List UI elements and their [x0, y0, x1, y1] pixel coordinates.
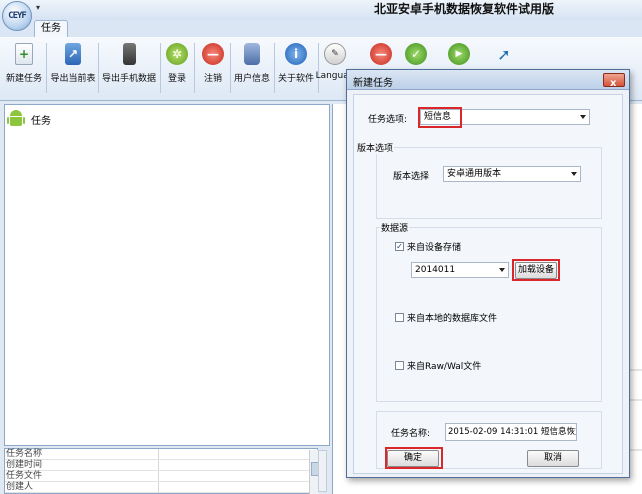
close-icon: x [610, 78, 617, 89]
data-source-group-label: 数据源 [380, 221, 410, 234]
share-icon: ➚ [497, 44, 511, 64]
logout-icon: — [202, 43, 224, 65]
ribbon-separator [318, 43, 319, 93]
export-table-label: 导出当前表 [50, 74, 96, 84]
app-logo[interactable]: CEYF [2, 1, 32, 31]
export-table-icon: ↗ [65, 43, 81, 65]
dialog-body: 任务选项: 短信息 版本选择 安卓通用版本 版本选项 ✓ 来自设备存储 2014… [353, 94, 623, 474]
ribbon-separator [230, 43, 231, 93]
ribbon-separator [46, 43, 47, 93]
task-name-input[interactable]: 2015-02-09 14:31:01 短信息恢复 [445, 423, 577, 441]
highlight-box [418, 107, 462, 128]
ribbon-tab-row [0, 20, 642, 37]
export-phone-data-button[interactable]: 导出手机数据 [101, 41, 157, 93]
task-tree-panel: 任务 [4, 104, 330, 446]
device-select[interactable]: 2014011 [411, 262, 509, 278]
info-icon: i [285, 43, 307, 65]
task-name-group: 任务名称: 2015-02-09 14:31:01 短信息恢复 确定 取消 [376, 411, 602, 469]
export-table-button[interactable]: ↗ 导出当前表 [49, 41, 97, 93]
language-icon: ✎ [324, 43, 346, 65]
logout-label: 注销 [203, 74, 222, 84]
chevron-down-icon [580, 115, 586, 119]
play-icon: ▶ [448, 43, 470, 65]
ribbon-separator [160, 43, 161, 93]
left-panel-scrollbar[interactable] [318, 450, 327, 492]
cancel-label: 取消 [543, 453, 562, 463]
property-key: 创建时间 [5, 460, 159, 470]
ribbon-separator [98, 43, 99, 93]
database-user-icon [244, 43, 260, 65]
dialog-title-bar[interactable]: 新建任务 x [347, 70, 629, 90]
cancel-button[interactable]: 取消 [527, 450, 579, 467]
check-icon: ✓ [405, 43, 427, 65]
login-button[interactable]: ✲ 登录 [164, 41, 190, 93]
highlight-box [512, 259, 560, 281]
property-row[interactable]: 任务文件 [5, 471, 317, 482]
phone-icon [122, 43, 136, 65]
device-value: 2014011 [415, 265, 456, 275]
android-icon [7, 109, 25, 129]
property-grid: 任务名称 创建时间 任务文件 创建人 [4, 448, 319, 494]
login-label: 登录 [167, 74, 186, 84]
ribbon-separator [274, 43, 275, 93]
user-info-label: 用户信息 [233, 74, 270, 84]
from-raw-checkbox[interactable]: 来自Raw/Wal文件 [395, 359, 481, 372]
new-task-dialog: 新建任务 x 任务选项: 短信息 版本选择 安卓通用版本 版本选项 ✓ 来自设备… [346, 69, 630, 478]
checkbox-checked-icon: ✓ [395, 242, 404, 251]
from-raw-label: 来自Raw/Wal文件 [407, 362, 482, 372]
version-group: 版本选择 安卓通用版本 [376, 147, 602, 219]
from-local-db-checkbox[interactable]: 来自本地的数据库文件 [395, 311, 497, 324]
property-key: 任务文件 [5, 471, 159, 481]
new-task-button[interactable]: + 新建任务 [4, 41, 44, 93]
ribbon-separator [194, 43, 195, 93]
export-phone-data-label: 导出手机数据 [101, 74, 156, 84]
from-local-db-label: 来自本地的数据库文件 [407, 314, 498, 324]
chevron-down-icon [571, 172, 577, 176]
property-row[interactable]: 创建时间 [5, 460, 317, 471]
version-field-label: 版本选择 [393, 172, 430, 182]
property-row[interactable]: 任务名称 [5, 449, 317, 460]
property-key: 任务名称 [5, 449, 159, 459]
logout-button[interactable]: — 注销 [199, 41, 227, 93]
about-label: 关于软件 [277, 74, 314, 84]
tree-item-task[interactable]: 任务 [7, 109, 51, 129]
app-logo-text: CEYF [8, 11, 27, 21]
data-source-group: ✓ 来自设备存储 2014011 加载设备 来自本地的数据库文件 来自Raw/W… [376, 227, 602, 402]
close-button[interactable]: x [603, 73, 625, 89]
background-decoration [630, 369, 642, 451]
task-name-value: 2015-02-09 14:31:01 短信息恢复 [448, 427, 577, 437]
stop-icon: — [370, 43, 392, 65]
tree-item-label: 任务 [31, 115, 51, 127]
new-task-label: 新建任务 [5, 74, 42, 84]
login-icon: ✲ [166, 43, 188, 65]
app-title: 北亚安卓手机数据恢复软件试用版 [373, 2, 554, 16]
version-value: 安卓通用版本 [447, 169, 502, 179]
highlight-box [385, 447, 443, 469]
checkbox-unchecked-icon [395, 313, 404, 322]
dialog-title: 新建任务 [353, 78, 393, 89]
version-select[interactable]: 安卓通用版本 [443, 166, 581, 182]
tab-task[interactable]: 任务 [34, 20, 68, 38]
task-option-label: 任务选项: [368, 115, 408, 125]
property-row[interactable]: 创建人 [5, 482, 317, 493]
property-key: 创建人 [5, 482, 159, 492]
chevron-down-icon [499, 268, 505, 272]
title-bar: CEYF ▾ 北亚安卓手机数据恢复软件试用版 [0, 0, 642, 31]
about-button[interactable]: i 关于软件 [277, 41, 315, 93]
version-group-label: 版本选项 [356, 141, 395, 154]
checkbox-unchecked-icon [395, 361, 404, 370]
from-device-checkbox[interactable]: ✓ 来自设备存储 [395, 240, 461, 253]
quick-access-dropdown-icon[interactable]: ▾ [36, 3, 40, 12]
task-option-group: 任务选项: 短信息 [360, 103, 616, 135]
task-name-label: 任务名称: [391, 429, 431, 439]
from-device-label: 来自设备存储 [407, 243, 462, 253]
user-info-button[interactable]: 用户信息 [233, 41, 271, 93]
new-task-icon: + [15, 43, 33, 65]
